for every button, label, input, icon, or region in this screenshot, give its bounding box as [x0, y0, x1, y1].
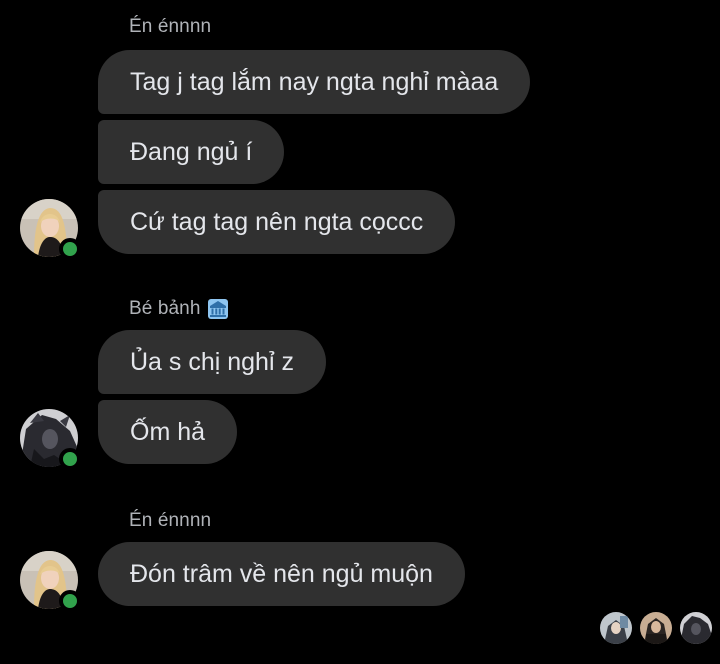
sender-avatar[interactable] — [20, 551, 81, 612]
seen-avatar-2-icon — [640, 612, 672, 644]
message-bubble[interactable]: Ủa s chị nghỉ z — [98, 330, 326, 394]
sender-avatar[interactable] — [20, 409, 81, 470]
sender-name: Én énnnn — [129, 16, 211, 38]
message-text: Ủa s chị nghỉ z — [130, 348, 294, 376]
bank-building-icon — [207, 298, 229, 320]
message-text: Đón trâm về nên ngủ muộn — [130, 560, 433, 588]
sender-name: Bé bảnh — [129, 298, 229, 320]
sender-avatar[interactable] — [20, 199, 81, 260]
message-text: Cứ tag tag nên ngta cọccc — [130, 208, 424, 236]
sender-name: Én énnnn — [129, 510, 211, 532]
sender-name-text: Én énnnn — [129, 510, 212, 531]
online-indicator — [59, 448, 81, 470]
sender-name-text: Én énnnn — [129, 16, 212, 37]
sender-name-text: Bé bảnh — [129, 298, 201, 319]
message-text: Tag j tag lắm nay ngta nghỉ màaa — [130, 68, 499, 96]
online-indicator — [59, 590, 81, 612]
message-bubble[interactable]: Đón trâm về nên ngủ muộn — [98, 542, 465, 606]
message-bubble[interactable]: Ốm hả — [98, 400, 238, 464]
seen-by-avatar[interactable] — [680, 612, 712, 644]
seen-by-avatar[interactable] — [640, 612, 672, 644]
message-text: Đang ngủ í — [130, 138, 253, 166]
message-bubble[interactable]: Tag j tag lắm nay ngta nghỉ màaa — [98, 50, 531, 114]
seen-avatar-1-icon — [600, 612, 632, 644]
message-bubble[interactable]: Cứ tag tag nên ngta cọccc — [98, 190, 456, 254]
online-indicator — [59, 238, 81, 260]
message-text: Ốm hả — [130, 418, 206, 446]
message-bubble[interactable]: Đang ngủ í — [98, 120, 285, 184]
seen-avatar-3-icon — [680, 612, 712, 644]
seen-by-avatar[interactable] — [600, 612, 632, 644]
